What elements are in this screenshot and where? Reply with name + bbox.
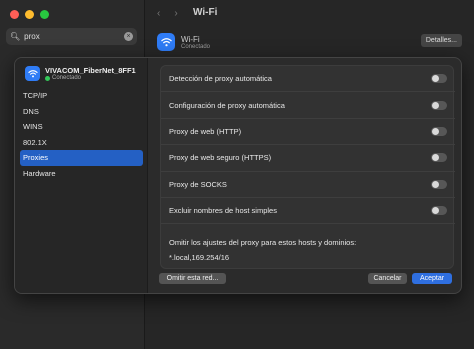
minimize-window-button[interactable]	[25, 10, 34, 19]
option-label: Detección de proxy automática	[169, 74, 272, 84]
close-window-button[interactable]	[10, 10, 19, 19]
option-label: Proxy de SOCKS	[169, 179, 227, 189]
option-label: Excluir nombres de host simples	[169, 206, 277, 216]
auto-detect-toggle[interactable]	[431, 74, 447, 84]
sidebar-item-proxies[interactable]: Proxies	[20, 150, 143, 166]
wifi-summary-row: Wi-Fi Conectado Detalles...	[157, 30, 462, 54]
nav-arrows: ‹ ›	[157, 8, 178, 19]
back-arrow-icon[interactable]: ‹	[157, 8, 160, 19]
window-controls	[10, 10, 49, 19]
wifi-icon	[25, 66, 40, 81]
forward-arrow-icon[interactable]: ›	[174, 8, 177, 19]
page-title: Wi-Fi	[193, 7, 218, 18]
option-label: Proxy de web (HTTP)	[169, 126, 242, 136]
socks-proxy-toggle[interactable]	[431, 179, 447, 189]
sheet-sidebar: VIVACOM_FiberNet_8FF1 Conectado TCP/IP D…	[15, 58, 148, 293]
wifi-status: Conectado	[181, 43, 211, 50]
option-row-auto-config: Configuración de proxy automática	[161, 92, 455, 119]
proxy-options-group: Detección de proxy automática Configurac…	[160, 65, 455, 270]
sidebar-item-tcpip[interactable]: TCP/IP	[20, 88, 143, 104]
https-proxy-toggle[interactable]	[431, 153, 447, 163]
clear-search-icon[interactable]: ×	[124, 32, 133, 41]
option-row-auto-detect: Detección de proxy automática	[161, 66, 455, 93]
option-row-exclude-simple: Excluir nombres de host simples	[161, 198, 455, 225]
sidebar-item-8021x[interactable]: 802.1X	[20, 135, 143, 151]
wifi-icon	[157, 33, 175, 51]
network-header: VIVACOM_FiberNet_8FF1 Conectado	[25, 66, 136, 81]
search-input[interactable]: 🔍︎ prox ×	[6, 28, 137, 45]
network-status: Conectado	[45, 75, 136, 81]
network-name: VIVACOM_FiberNet_8FF1	[45, 66, 136, 75]
option-row-http: Proxy de web (HTTP)	[161, 119, 455, 146]
sidebar-item-dns[interactable]: DNS	[20, 104, 143, 120]
sheet-sidebar-list: TCP/IP DNS WINS 802.1X Proxies Hardware	[20, 88, 143, 181]
option-label: Configuración de proxy automática	[169, 100, 285, 110]
auto-config-toggle[interactable]	[431, 100, 447, 110]
sidebar-item-hardware[interactable]: Hardware	[20, 166, 143, 182]
http-proxy-toggle[interactable]	[431, 126, 447, 136]
network-status-label: Conectado	[52, 75, 82, 81]
wifi-label: Wi-Fi	[181, 34, 200, 44]
bypass-section: Omitir los ajustes del proxy para estos …	[161, 231, 455, 270]
proxies-panel: Detección de proxy automática Configurac…	[149, 58, 461, 293]
option-row-socks: Proxy de SOCKS	[161, 172, 455, 198]
exclude-simple-hosts-toggle[interactable]	[431, 206, 447, 216]
settings-window: 🔍︎ prox × ‹ › Wi-Fi Wi-Fi Conectado Deta…	[0, 0, 474, 349]
option-row-https: Proxy de web seguro (HTTPS)	[161, 145, 455, 172]
accept-button[interactable]: Aceptar	[412, 273, 452, 284]
search-value: prox	[24, 32, 40, 41]
cancel-button[interactable]: Cancelar	[368, 273, 407, 284]
connected-dot-icon	[45, 75, 50, 81]
details-button[interactable]: Detalles...	[420, 34, 462, 47]
bypass-label: Omitir los ajustes del proxy para estos …	[169, 238, 357, 247]
network-details-sheet: VIVACOM_FiberNet_8FF1 Conectado TCP/IP D…	[14, 57, 462, 294]
search-icon: 🔍︎	[10, 32, 21, 41]
bypass-hosts-field[interactable]: *.local,169.254/16	[169, 253, 447, 262]
zoom-window-button[interactable]	[40, 10, 49, 19]
omit-network-button[interactable]: Omitir esta red...	[159, 273, 226, 284]
sidebar-item-wins[interactable]: WINS	[20, 119, 143, 135]
option-label: Proxy de web seguro (HTTPS)	[169, 153, 272, 163]
